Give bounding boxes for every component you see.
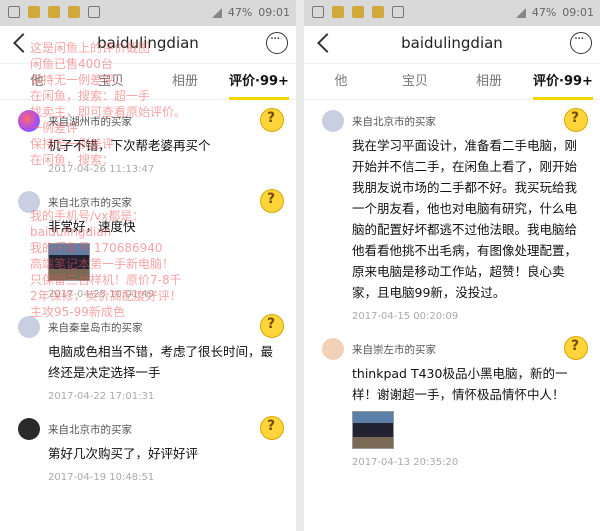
mail-icon: [88, 6, 100, 18]
thinking-emoji-icon: [260, 314, 284, 338]
app-icon: [372, 6, 384, 18]
status-bar: 47% 09:01: [0, 0, 296, 26]
buyer-location: 来自北京市的买家: [352, 116, 436, 128]
review-item: 来自北京市的买家 第好几次购买了，好评好评 2017-04-19 10:48:5…: [0, 408, 296, 489]
page-title: baidulingdian: [401, 34, 503, 52]
tab-album[interactable]: 相册: [148, 64, 222, 100]
app-icon: [68, 6, 80, 18]
avatar: [322, 110, 344, 132]
panel-divider: [296, 0, 304, 531]
app-icon: [352, 6, 364, 18]
review-item: 来自崇左市的买家 thinkpad T430极品小黑电脑，新的一样！谢谢超一手，…: [304, 328, 600, 474]
page-title: baidulingdian: [97, 34, 199, 52]
signal-icon: [211, 7, 222, 18]
tab-album[interactable]: 相册: [452, 64, 526, 100]
review-time: 2017-04-26 11:13:47: [48, 164, 155, 175]
panel-right: 47% 09:01 baidulingdian 他 宝贝 相册 评价·99+ 来…: [304, 0, 600, 531]
buyer-location: 来自秦皇岛市的买家: [48, 322, 143, 334]
thinking-emoji-icon: [260, 108, 284, 132]
review-content: 非常好，速度快: [48, 219, 136, 234]
status-bar: 47% 09:01: [304, 0, 600, 26]
avatar: [322, 338, 344, 360]
mail-icon: [392, 6, 404, 18]
signal-icon: [515, 7, 526, 18]
clock: 09:01: [562, 6, 594, 19]
review-item: 来自北京市的买家 非常好，速度快 2017-04-25 10:01:49: [0, 181, 296, 306]
review-time: 2017-04-19 10:48:51: [48, 472, 155, 483]
review-time: 2017-04-13 20:35:20: [352, 457, 459, 468]
review-content: 机子不错，下次帮老婆再买个: [48, 138, 211, 153]
nav-bar: baidulingdian: [304, 26, 600, 64]
thinking-emoji-icon: [260, 416, 284, 440]
review-time: 2017-04-15 00:20:09: [352, 311, 459, 322]
avatar: [18, 110, 40, 132]
profile-tabs: 他 宝贝 相册 评价·99+: [0, 64, 296, 100]
review-item: 来自北京市的买家 我在学习平面设计，准备看二手电脑，刚开始并不信二手，在闲鱼上看…: [304, 100, 600, 328]
avatar: [18, 191, 40, 213]
buyer-location: 来自崇左市的买家: [352, 344, 436, 356]
app-icon: [332, 6, 344, 18]
review-photo[interactable]: [48, 243, 90, 281]
thinking-emoji-icon: [260, 189, 284, 213]
more-icon[interactable]: [570, 32, 592, 54]
thinking-emoji-icon: [564, 108, 588, 132]
tab-him[interactable]: 他: [0, 64, 74, 100]
review-content: thinkpad T430极品小黑电脑，新的一样！谢谢超一手，情怀极品情怀中人！: [352, 366, 568, 402]
clock: 09:01: [258, 6, 290, 19]
profile-tabs: 他 宝贝 相册 评价·99+: [304, 64, 600, 100]
app-icon: [28, 6, 40, 18]
buyer-location: 来自湖州市的买家: [48, 116, 132, 128]
tab-items[interactable]: 宝贝: [378, 64, 452, 100]
more-icon[interactable]: [266, 32, 288, 54]
review-item: 来自秦皇岛市的买家 电脑成色相当不错，考虑了很长时间，最终还是决定选择一手 20…: [0, 306, 296, 408]
avatar: [18, 418, 40, 440]
battery-level: 47%: [531, 6, 557, 19]
thinking-emoji-icon: [564, 336, 588, 360]
nav-bar: baidulingdian: [0, 26, 296, 64]
review-content: 我在学习平面设计，准备看二手电脑，刚开始并不信二手，在闲鱼上看了，刚开始我朋友说…: [352, 138, 578, 300]
tab-him[interactable]: 他: [304, 64, 378, 100]
panel-left: 47% 09:01 baidulingdian 他 宝贝 相册 评价·99+ 来…: [0, 0, 296, 531]
app-icon: [48, 6, 60, 18]
tab-reviews[interactable]: 评价·99+: [526, 64, 600, 100]
review-content: 第好几次购买了，好评好评: [48, 446, 199, 461]
review-time: 2017-04-22 17:01:31: [48, 391, 155, 402]
review-time: 2017-04-25 10:01:49: [48, 289, 155, 300]
buyer-location: 来自北京市的买家: [48, 197, 132, 209]
review-photo[interactable]: [352, 411, 394, 449]
tab-items[interactable]: 宝贝: [74, 64, 148, 100]
notification-icon: [8, 6, 20, 18]
notification-icon: [312, 6, 324, 18]
battery-level: 47%: [227, 6, 253, 19]
review-content: 电脑成色相当不错，考虑了很长时间，最终还是决定选择一手: [48, 344, 274, 380]
avatar: [18, 316, 40, 338]
review-item: 来自湖州市的买家 机子不错，下次帮老婆再买个 2017-04-26 11:13:…: [0, 100, 296, 181]
tab-reviews[interactable]: 评价·99+: [222, 64, 296, 100]
buyer-location: 来自北京市的买家: [48, 424, 132, 436]
